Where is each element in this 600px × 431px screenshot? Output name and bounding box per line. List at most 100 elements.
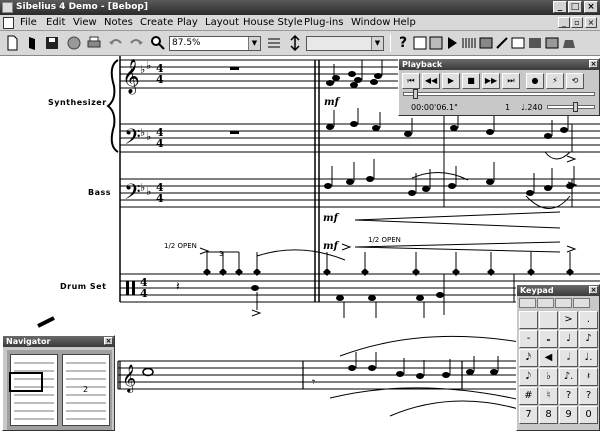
menu-house-style[interactable]: House Style	[243, 17, 303, 29]
menu-plug-ins[interactable]: Plug-ins	[304, 17, 343, 29]
dynamic-marking[interactable]: mf	[324, 97, 339, 108]
menu-notes[interactable]: Notes	[104, 17, 133, 29]
playback-position-thumb[interactable]	[413, 89, 418, 99]
document-minimize-button[interactable]: _	[558, 17, 570, 28]
keypad-key-dotted-eighth[interactable]: ♪.	[559, 368, 578, 386]
note-entry-icon[interactable]	[266, 35, 282, 51]
svg-text:♭: ♭	[140, 181, 145, 194]
menu-edit[interactable]: Edit	[46, 17, 65, 29]
new-file-icon[interactable]	[4, 35, 20, 51]
keypad-key-7[interactable]: 7	[519, 406, 538, 424]
close-icon[interactable]: ×	[589, 286, 598, 294]
keypad-key-rest[interactable]: 𝄽	[579, 368, 598, 386]
playback-tempo: ♩.240	[521, 103, 543, 112]
keypad-key-flat[interactable]: ♭	[539, 368, 558, 386]
open-file-icon[interactable]	[24, 35, 40, 51]
keypad-key-staccato[interactable]: .	[579, 311, 598, 329]
menu-help[interactable]: Help	[393, 17, 416, 29]
redo-icon[interactable]	[128, 35, 144, 51]
keypad-key-tenuto[interactable]: -	[519, 330, 538, 348]
menu-layout[interactable]: Layout	[205, 17, 239, 29]
text-annotation[interactable]: 1/2 OPEN	[164, 242, 197, 250]
style-combo[interactable]: ▼	[306, 36, 384, 51]
keypad-key-question[interactable]: ?	[579, 387, 598, 405]
zoom-combo[interactable]: 87.5% ▼	[169, 36, 261, 51]
instrument-name-bass[interactable]: Bass	[88, 188, 111, 197]
help-icon[interactable]: ?	[395, 35, 411, 51]
fast-forward-button[interactable]: ▶▶	[482, 73, 500, 89]
keypad-key-natural[interactable]: ♮	[539, 387, 558, 405]
web-publish-icon[interactable]	[66, 35, 82, 51]
maximize-button[interactable]: □	[568, 1, 582, 13]
navigator-title-bar[interactable]: Navigator ×	[3, 336, 114, 347]
forward-to-end-button[interactable]: ⏭	[502, 73, 520, 89]
close-button[interactable]: ×	[584, 1, 598, 13]
navigator-page[interactable]: 2	[62, 354, 110, 426]
keypad-key-blank[interactable]	[539, 311, 558, 329]
playback-position-slider[interactable]	[403, 92, 595, 96]
close-icon[interactable]: ×	[104, 337, 113, 345]
menu-play[interactable]: Play	[177, 17, 198, 29]
keypad-key-half[interactable]: 𝅗𝅥	[559, 349, 578, 367]
document-icon[interactable]	[3, 17, 14, 29]
chevron-down-icon[interactable]: ▼	[371, 37, 383, 50]
keypad-key-sharp[interactable]: #	[519, 387, 538, 405]
text-annotation[interactable]: 1/2 OPEN	[368, 236, 401, 244]
keypad-key-dotted-quarter[interactable]: ♩.	[579, 349, 598, 367]
print-icon[interactable]	[86, 35, 102, 51]
undo-icon[interactable]	[108, 35, 124, 51]
keypad-key-quarter[interactable]: ♩	[559, 330, 578, 348]
menu-window[interactable]: Window	[351, 17, 390, 29]
live-tempo-button[interactable]: ⚡	[546, 73, 564, 89]
window-toggle-icons[interactable]	[413, 35, 575, 51]
rewind-to-start-button[interactable]: ⏮	[402, 73, 420, 89]
app-icon[interactable]	[2, 2, 13, 13]
instrument-name-drum-set[interactable]: Drum Set	[60, 282, 106, 291]
document-restore-button[interactable]: ▫	[571, 17, 583, 28]
dynamic-marking[interactable]: mf	[323, 241, 338, 252]
keypad-title-bar[interactable]: Keypad ×	[517, 285, 599, 296]
keypad-key-eighth[interactable]: ♪	[579, 330, 598, 348]
save-icon[interactable]	[44, 35, 60, 51]
tuplet-number[interactable]: 3	[219, 250, 223, 258]
menu-file[interactable]: File	[20, 17, 37, 29]
navigator-viewport-box[interactable]	[9, 372, 43, 392]
keypad-key-whole[interactable]: 𝅝	[539, 330, 558, 348]
keypad-tab-common[interactable]	[519, 298, 536, 308]
dynamic-marking[interactable]: mf	[323, 213, 338, 224]
navigator-page-number: 2	[83, 385, 89, 394]
keypad-key-beamed[interactable]: 𝅘𝅥𝅮	[519, 368, 538, 386]
keypad-tab-beams[interactable]	[555, 298, 572, 308]
keypad-key-0[interactable]: 0	[579, 406, 598, 424]
keypad-key-accent[interactable]: >	[559, 311, 578, 329]
playback-panel: Playback × ⏮ ◀◀ ▶ ■ ▶▶ ⏭ ● ⚡ ⟲ 00:00'06.…	[398, 58, 600, 116]
menu-bar: File Edit View Notes Create Play Layout …	[0, 15, 600, 31]
chevron-down-icon[interactable]: ▼	[248, 37, 260, 50]
zoom-icon[interactable]	[150, 35, 166, 51]
navigator-view[interactable]: 2	[7, 350, 112, 430]
menu-create[interactable]: Create	[140, 17, 173, 29]
menu-view[interactable]: View	[73, 17, 97, 29]
keypad-tab-more-notes[interactable]	[537, 298, 554, 308]
instrument-name-synthesizer[interactable]: Synthesizer	[48, 98, 107, 107]
keypad-key-back[interactable]: ◀	[539, 349, 558, 367]
rewind-button[interactable]: ◀◀	[422, 73, 440, 89]
play-button[interactable]: ▶	[442, 73, 460, 89]
replay-button[interactable]: ⟲	[566, 73, 584, 89]
transpose-icon[interactable]	[287, 35, 303, 51]
document-close-button[interactable]: ×	[585, 17, 597, 28]
stop-button[interactable]: ■	[462, 73, 480, 89]
keypad-tab-jazz[interactable]	[573, 298, 590, 308]
tempo-slider[interactable]	[547, 105, 595, 109]
minimize-button[interactable]: _	[553, 1, 567, 13]
toolbar-separator	[390, 34, 391, 52]
keypad-key-question[interactable]: ?	[559, 387, 578, 405]
keypad-key-9[interactable]: 9	[559, 406, 578, 424]
keypad-key-blank[interactable]	[519, 311, 538, 329]
tempo-slider-thumb[interactable]	[573, 102, 578, 112]
record-button[interactable]: ●	[526, 73, 544, 89]
close-icon[interactable]: ×	[589, 60, 598, 68]
keypad-key-8[interactable]: 8	[539, 406, 558, 424]
keypad-key-sixteenth[interactable]: 𝅘𝅥𝅯	[519, 349, 538, 367]
playback-title-bar[interactable]: Playback ×	[399, 59, 599, 70]
